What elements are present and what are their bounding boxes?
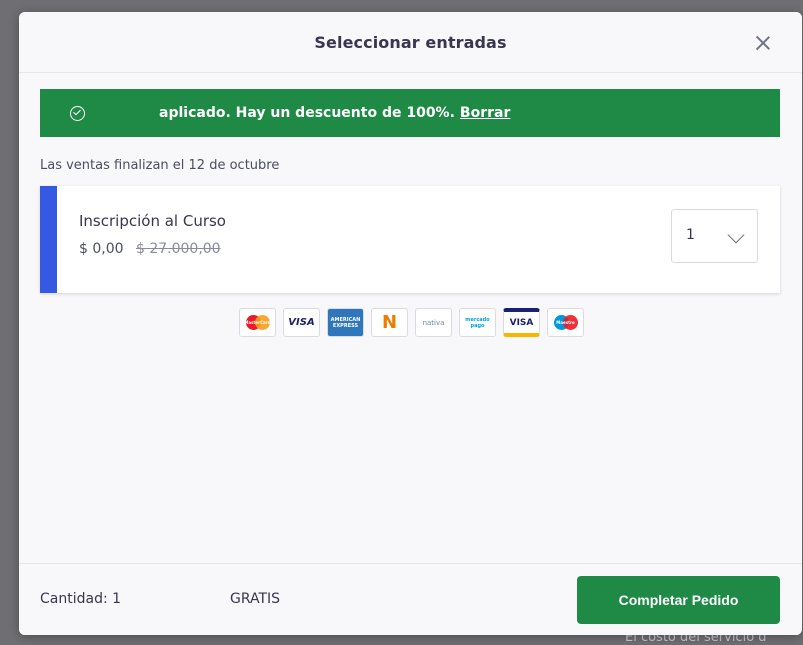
ticket-price: $ 0,00 [79,241,124,257]
modal-title: Seleccionar entradas [314,32,507,52]
chevron-down-icon [727,226,745,244]
discount-banner: aplicado. Hay un descuento de 100%. Borr… [40,89,780,137]
quantity-select[interactable]: 1 [671,209,758,263]
amex-icon: AMERICAN EXPRESS [327,308,364,337]
footer-total: GRATIS [230,591,281,607]
visa-debit-icon: VISA [503,308,540,337]
select-tickets-modal: Seleccionar entradas aplicado. Hay un de… [19,12,802,635]
sales-end-text: Las ventas finalizan el 12 de octubre [40,158,280,173]
complete-order-button[interactable]: Completar Pedido [577,576,780,624]
check-circle-icon [70,105,85,121]
payment-methods: MasterCard VISA AMERICAN EXPRESS N nativ… [239,308,584,337]
mercadopago-icon: mercado pago [459,308,496,337]
visa-icon: VISA [283,308,320,337]
modal-header: Seleccionar entradas [19,12,802,73]
nativa-icon: nativa [415,308,452,337]
footer-quantity: Cantidad: 1 [40,591,122,607]
ticket-name: Inscripción al Curso [79,212,226,230]
remove-discount-link[interactable]: Borrar [460,105,510,121]
modal-footer: Cantidad: 1 GRATIS Completar Pedido [19,563,802,635]
naranja-icon: N [371,308,408,337]
ticket-card: Inscripción al Curso $ 0,00 $ 27.000,00 … [40,186,780,293]
quantity-value: 1 [686,227,695,243]
ticket-price-row: $ 0,00 $ 27.000,00 [79,241,221,257]
close-icon[interactable] [754,34,772,52]
mastercard-icon: MasterCard [239,308,276,337]
ticket-old-price: $ 27.000,00 [135,241,221,257]
discount-text: aplicado. Hay un descuento de 100%. [159,105,455,121]
maestro-icon: Maestro [547,308,584,337]
